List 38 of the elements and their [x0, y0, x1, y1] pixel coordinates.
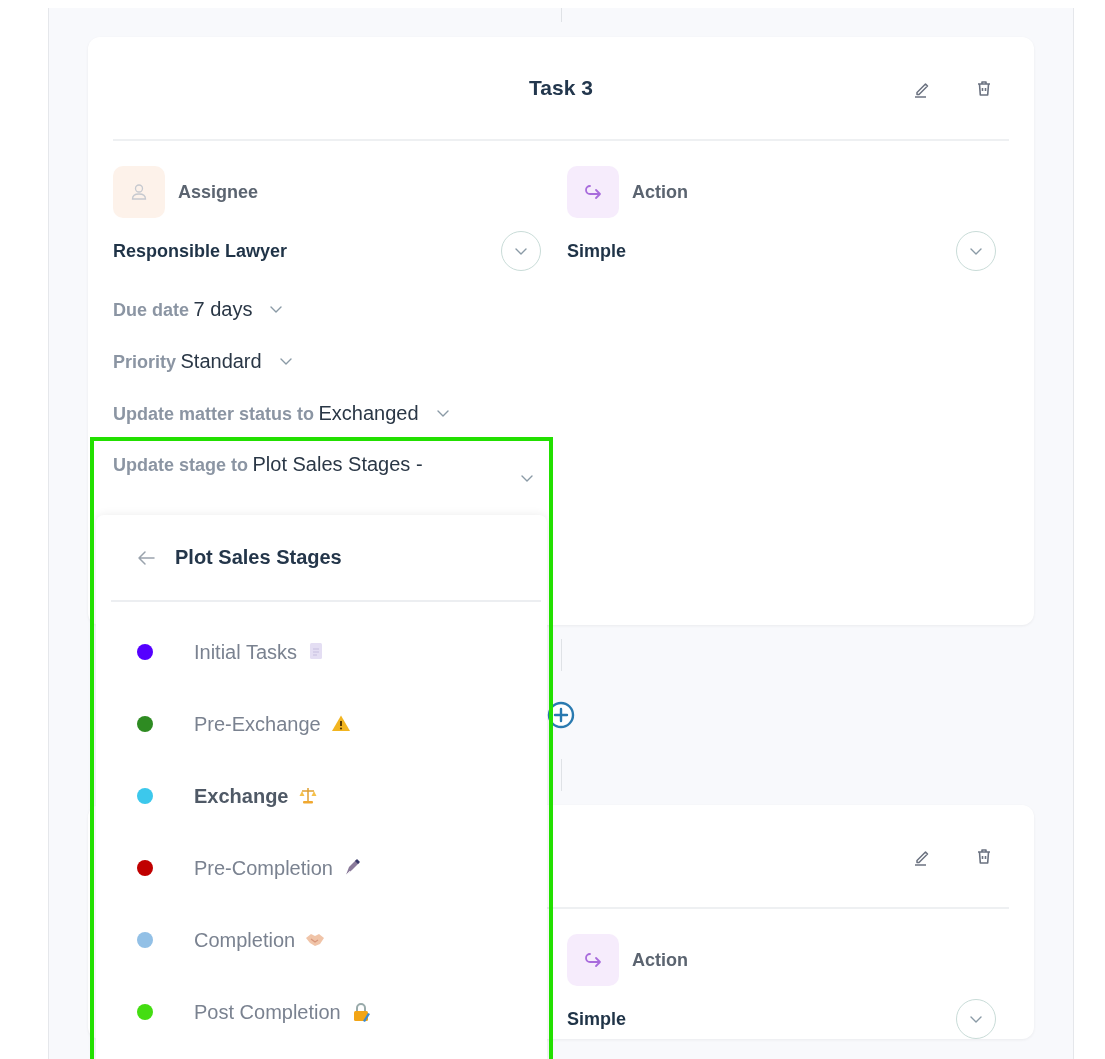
- stage-option[interactable]: Completion: [111, 904, 541, 976]
- chevron-down-icon[interactable]: [436, 409, 449, 417]
- field-dropdown[interactable]: Update stage to Plot Sales Stages -: [113, 453, 423, 476]
- stage-option[interactable]: Exchange: [111, 760, 541, 832]
- stage-option[interactable]: Post Completion: [111, 976, 541, 1048]
- field-label: Priority: [113, 351, 177, 372]
- chevron-down-icon: [970, 247, 982, 255]
- section-label: Assignee: [178, 181, 259, 203]
- chevron-down-icon: [515, 247, 527, 255]
- field-value: Standard: [180, 349, 262, 372]
- field-dropdown[interactable]: Due date 7 days: [113, 297, 253, 321]
- field-label: Due date: [113, 299, 190, 320]
- stage-option[interactable]: Initial Tasks: [111, 616, 541, 688]
- selected-value: Responsible Lawyer: [113, 240, 288, 262]
- chevron-down-icon: [970, 1015, 982, 1023]
- card-title: Task 3: [529, 76, 593, 100]
- field-dropdown[interactable]: Update matter status to Exchanged: [113, 401, 419, 425]
- add-icon[interactable]: [547, 701, 575, 729]
- selected-value: Simple: [567, 1008, 627, 1030]
- person-icon: [129, 182, 149, 202]
- stage-option[interactable]: Pre-Completion: [111, 832, 541, 904]
- section-label: Action: [632, 181, 688, 203]
- field-label: Update matter status to: [113, 403, 315, 424]
- scales-icon: [298, 786, 319, 806]
- chevron-down-icon[interactable]: [270, 305, 283, 313]
- chevron-down-icon[interactable]: [521, 475, 533, 482]
- menu-title: Plot Sales Stages: [175, 546, 342, 569]
- selected-value: Simple: [567, 240, 627, 262]
- field-value: Plot Sales Stages -: [252, 453, 423, 475]
- field-value: 7 days: [193, 297, 253, 320]
- stage-option[interactable]: Pre-Exchange: [111, 688, 541, 760]
- field-value: Exchanged: [318, 401, 419, 424]
- field-dropdown[interactable]: Priority Standard: [113, 349, 262, 373]
- chevron-down-icon[interactable]: [279, 357, 292, 365]
- dropdown-button[interactable]: [956, 999, 996, 1039]
- section-label: Action: [632, 949, 688, 971]
- field-label: Update stage to: [113, 455, 249, 475]
- warning-icon: [330, 714, 351, 734]
